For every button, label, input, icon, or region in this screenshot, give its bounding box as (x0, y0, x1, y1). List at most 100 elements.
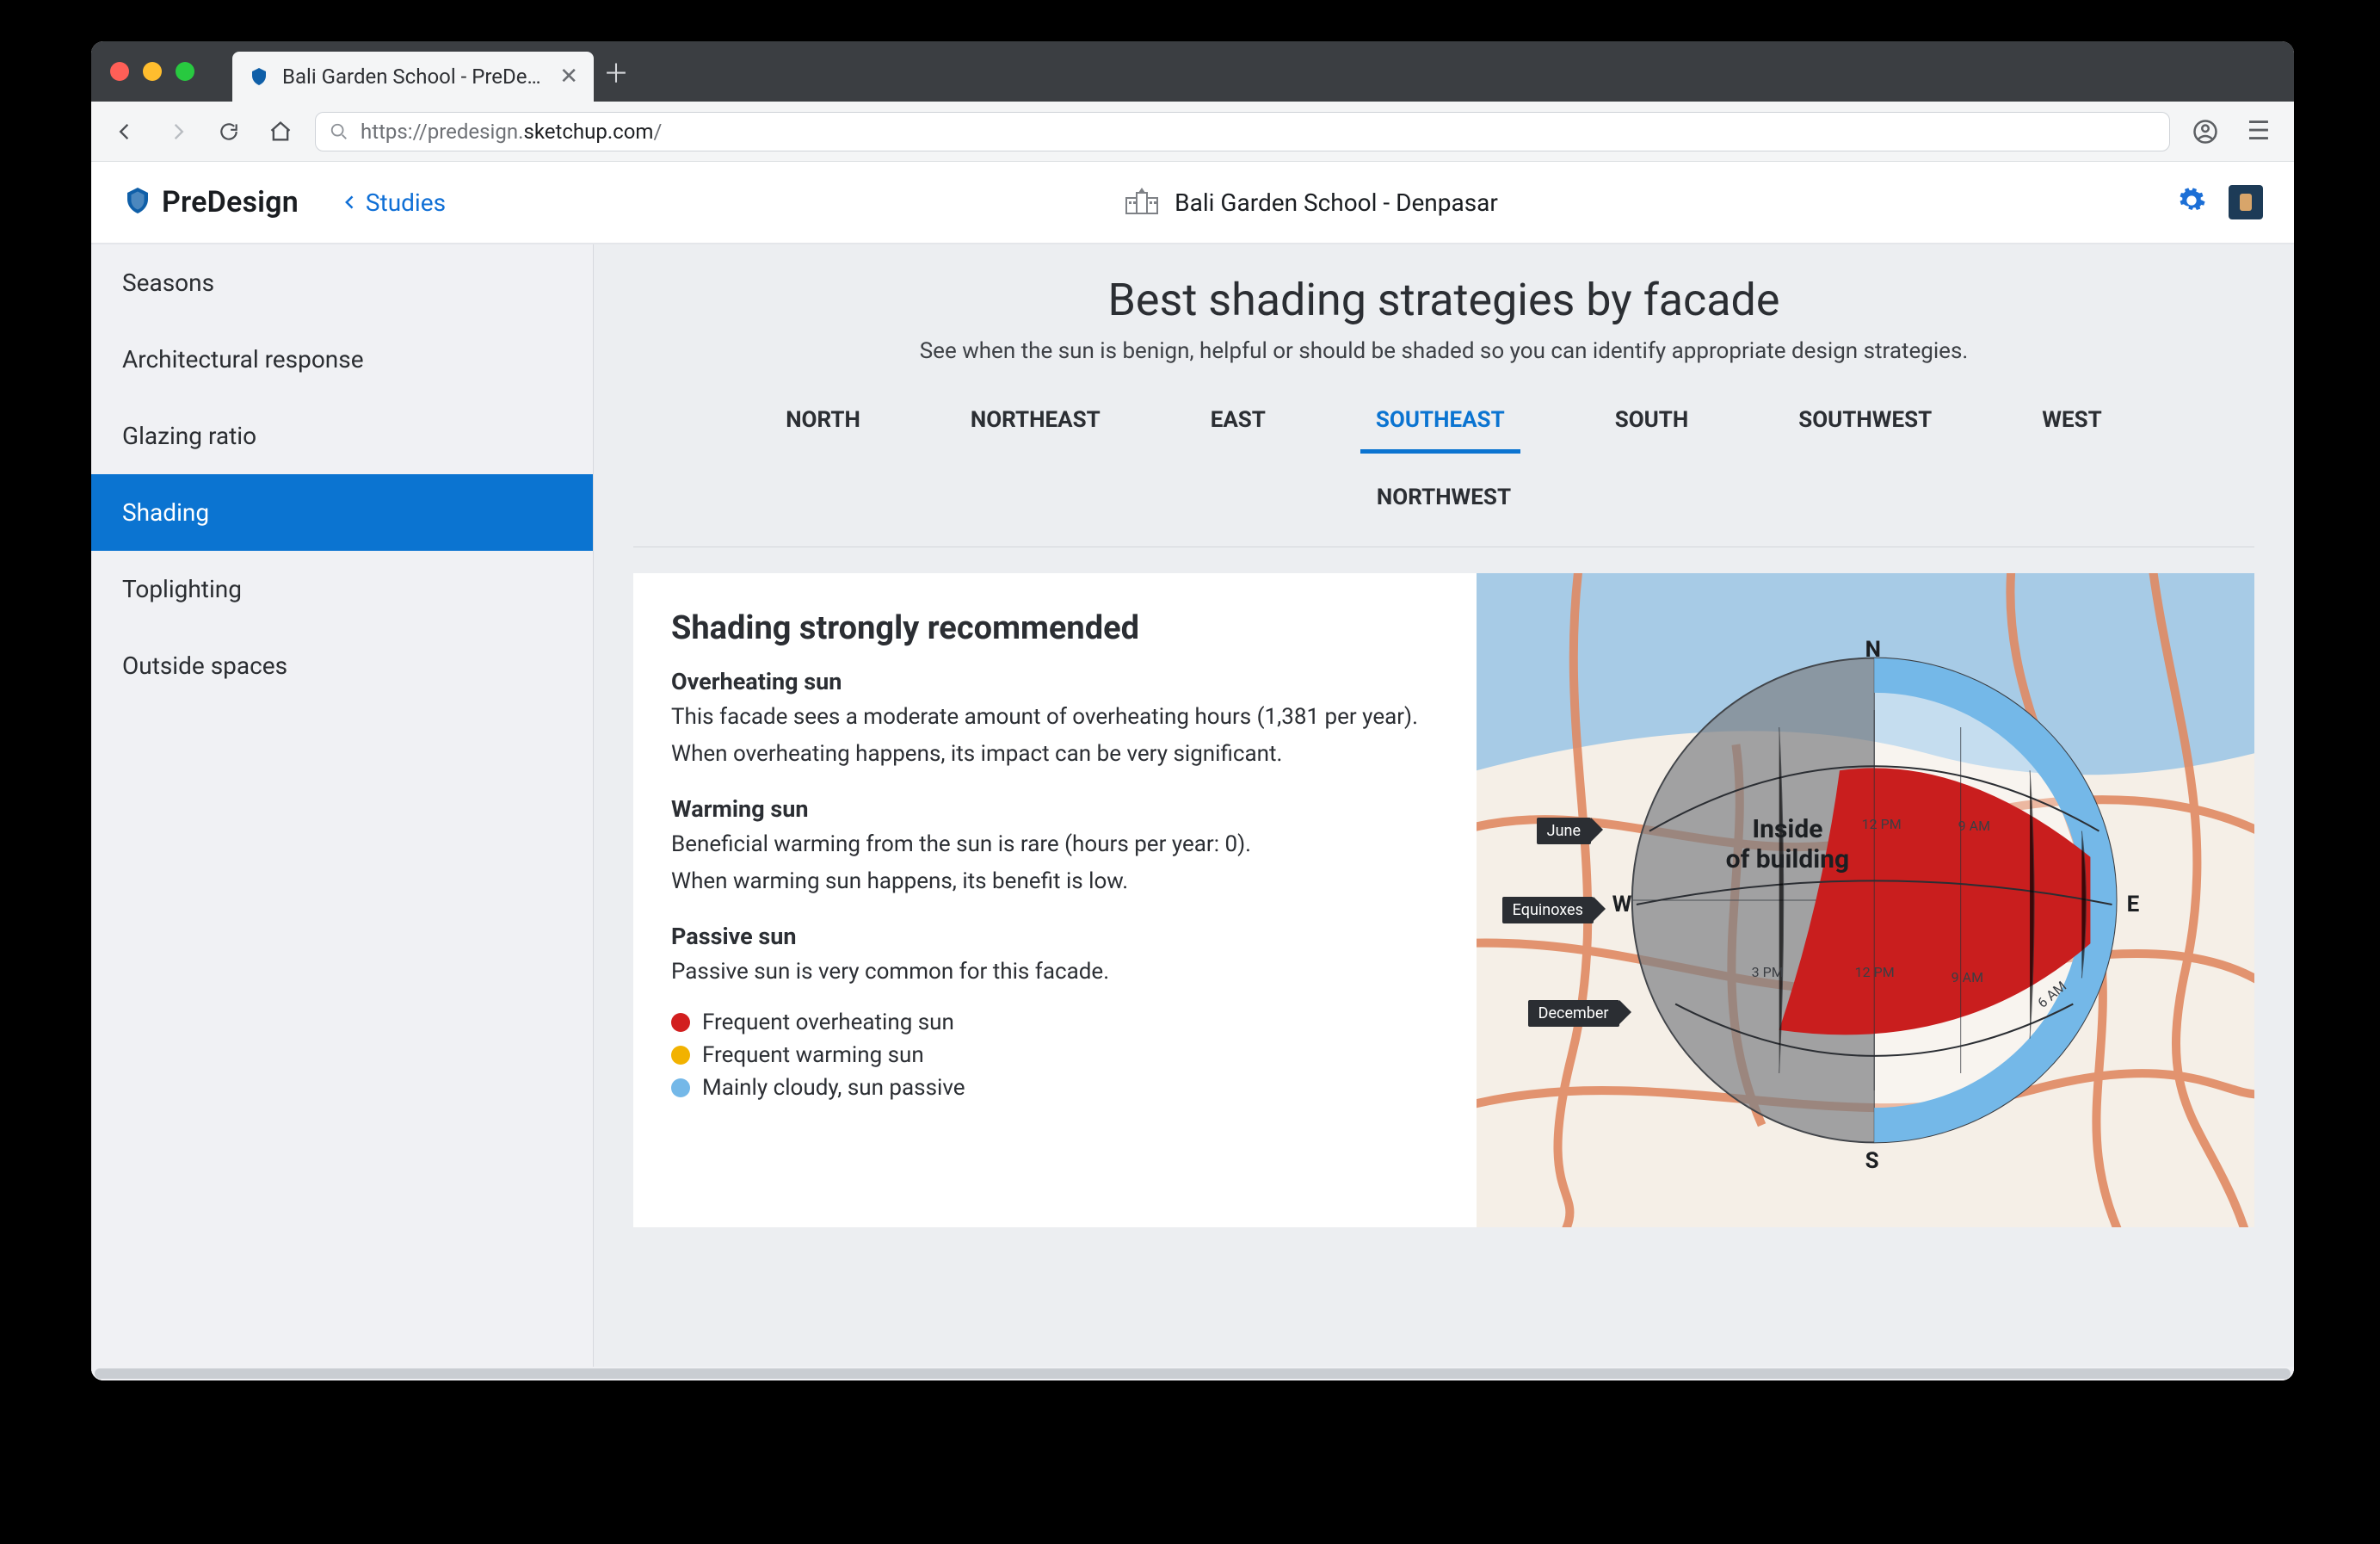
backlink-label: Studies (366, 188, 446, 217)
sidebar-item-label: Glazing ratio (122, 422, 256, 450)
page-description: See when the sun is benign, helpful or s… (633, 338, 2254, 364)
search-icon (330, 122, 348, 141)
url-text: https://predesign.sketchup.com/ (361, 120, 662, 144)
legend-label: Frequent warming sun (702, 1042, 924, 1068)
overheating-p1: This facade sees a moderate amount of ov… (671, 702, 1439, 732)
browser-profile-button[interactable] (2187, 114, 2223, 150)
tab-southwest[interactable]: SOUTHWEST (1795, 398, 1935, 442)
inside-building-label: Inside of building (1726, 814, 1849, 874)
url-suffix: / (653, 120, 662, 144)
time-9am: 9 AM (1951, 969, 1983, 985)
back-to-studies-link[interactable]: Studies (342, 188, 446, 217)
sidebar-item-architectural-response[interactable]: Architectural response (91, 321, 593, 398)
building-icon (1125, 186, 1159, 219)
chevron-left-icon (342, 194, 359, 211)
passive-title: Passive sun (671, 923, 1439, 950)
url-prefix: https://predesign. (361, 120, 523, 144)
new-tab-button[interactable]: ＋ (594, 41, 638, 102)
legend-label: Mainly cloudy, sun passive (702, 1075, 965, 1101)
sunpath-diagram: June Equinoxes December Inside of buildi… (1477, 573, 2254, 1227)
app-header: PreDesign Studies Bali Garden School - D… (91, 162, 2294, 244)
season-label-june: June (1537, 818, 1591, 844)
overheating-title: Overheating sun (671, 668, 1439, 695)
browser-toolbar: https://predesign.sketchup.com/ ☰ (91, 102, 2294, 162)
legend: Frequent overheating sun Frequent warmin… (671, 1010, 1439, 1101)
compass-n: N (1865, 637, 1881, 663)
nav-home-button[interactable] (263, 114, 298, 149)
tab-west[interactable]: WEST (2038, 398, 2106, 442)
compass-s: S (1865, 1148, 1879, 1174)
sidebar: Seasons Architectural response Glazing r… (91, 244, 594, 1380)
tab-close-icon[interactable]: ✕ (559, 64, 578, 90)
settings-button[interactable] (2177, 186, 2206, 219)
nav-reload-button[interactable] (212, 114, 246, 149)
inside-line1: Inside (1726, 814, 1849, 844)
nav-back-button[interactable] (108, 114, 143, 149)
sidebar-item-outside-spaces[interactable]: Outside spaces (91, 627, 593, 704)
brand[interactable]: PreDesign (122, 185, 299, 219)
season-label-equinoxes: Equinoxes (1502, 897, 1594, 923)
tab-north[interactable]: NORTH (782, 398, 864, 442)
tab-south[interactable]: SOUTH (1612, 398, 1693, 442)
sidebar-item-label: Architectural response (122, 345, 364, 374)
browser-tab[interactable]: Bali Garden School - PreDesign ✕ (232, 52, 594, 102)
warming-p1: Beneficial warming from the sun is rare … (671, 830, 1439, 860)
brand-logo-icon (122, 185, 153, 219)
sidebar-item-glazing-ratio[interactable]: Glazing ratio (91, 398, 593, 474)
sidebar-item-label: Toplighting (122, 575, 242, 603)
main-content: Best shading strategies by facade See wh… (594, 244, 2294, 1380)
season-label-december: December (1528, 1000, 1619, 1027)
app-body: Seasons Architectural response Glazing r… (91, 244, 2294, 1380)
sidebar-item-label: Seasons (122, 269, 214, 297)
address-bar[interactable]: https://predesign.sketchup.com/ (315, 112, 2170, 151)
brand-name: PreDesign (162, 185, 299, 219)
legend-label: Frequent overheating sun (702, 1010, 954, 1035)
result-panels: Shading strongly recommended Overheating… (633, 573, 2254, 1227)
overheating-p2: When overheating happens, its impact can… (671, 739, 1439, 769)
compass-w: W (1612, 892, 1632, 917)
warming-title: Warming sun (671, 795, 1439, 823)
tab-east[interactable]: EAST (1207, 398, 1269, 442)
legend-row: Frequent warming sun (671, 1042, 1439, 1068)
window-maximize[interactable] (176, 62, 194, 81)
warming-p2: When warming sun happens, its benefit is… (671, 867, 1439, 897)
sidebar-item-toplighting[interactable]: Toplighting (91, 551, 593, 627)
sidebar-item-label: Outside spaces (122, 652, 287, 680)
compass-e: E (2127, 892, 2140, 917)
page-title: Best shading strategies by facade (633, 274, 2254, 326)
time-12pm: 12 PM (1855, 964, 1895, 980)
window-minimize[interactable] (143, 62, 162, 81)
legend-row: Frequent overheating sun (671, 1010, 1439, 1035)
time-12pm-upper: 12 PM (1862, 816, 1902, 832)
browser-menu-button[interactable]: ☰ (2241, 114, 2277, 150)
facade-tabs: NORTH NORTHEAST EAST SOUTHEAST SOUTH SOU… (633, 398, 2254, 519)
tab-southeast[interactable]: SOUTHEAST (1372, 398, 1508, 442)
legend-swatch-icon (671, 1013, 690, 1032)
legend-swatch-icon (671, 1046, 690, 1065)
tab-favicon-icon (248, 65, 270, 88)
time-3pm: 3 PM (1752, 964, 1784, 980)
recommendation-card: Shading strongly recommended Overheating… (633, 573, 1477, 1227)
scrollbar-thumb[interactable] (95, 1368, 2291, 1379)
horizontal-scrollbar[interactable] (91, 1367, 2294, 1380)
project-name: Bali Garden School - Denpasar (1175, 188, 1498, 217)
tab-northeast[interactable]: NORTHEAST (967, 398, 1104, 442)
window-controls (91, 41, 213, 102)
browser-tabstrip: Bali Garden School - PreDesign ✕ ＋ (91, 41, 2294, 102)
legend-swatch-icon (671, 1078, 690, 1097)
window-close[interactable] (110, 62, 129, 81)
tab-northwest[interactable]: NORTHWEST (1373, 476, 1514, 519)
nav-forward-button[interactable] (160, 114, 194, 149)
passive-p1: Passive sun is very common for this faca… (671, 957, 1439, 987)
sidebar-item-seasons[interactable]: Seasons (91, 244, 593, 321)
time-9am-upper: 9 AM (1958, 818, 1990, 834)
url-domain: sketchup.com (523, 120, 653, 144)
tab-title: Bali Garden School - PreDesign (282, 65, 547, 89)
card-heading: Shading strongly recommended (671, 609, 1439, 647)
sidebar-item-label: Shading (122, 498, 209, 527)
inside-line2: of building (1726, 844, 1849, 874)
browser-window: Bali Garden School - PreDesign ✕ ＋ https… (91, 41, 2294, 1380)
project-indicator[interactable]: Bali Garden School - Denpasar (470, 186, 2153, 219)
user-avatar[interactable] (2229, 185, 2263, 219)
sidebar-item-shading[interactable]: Shading (91, 474, 593, 551)
